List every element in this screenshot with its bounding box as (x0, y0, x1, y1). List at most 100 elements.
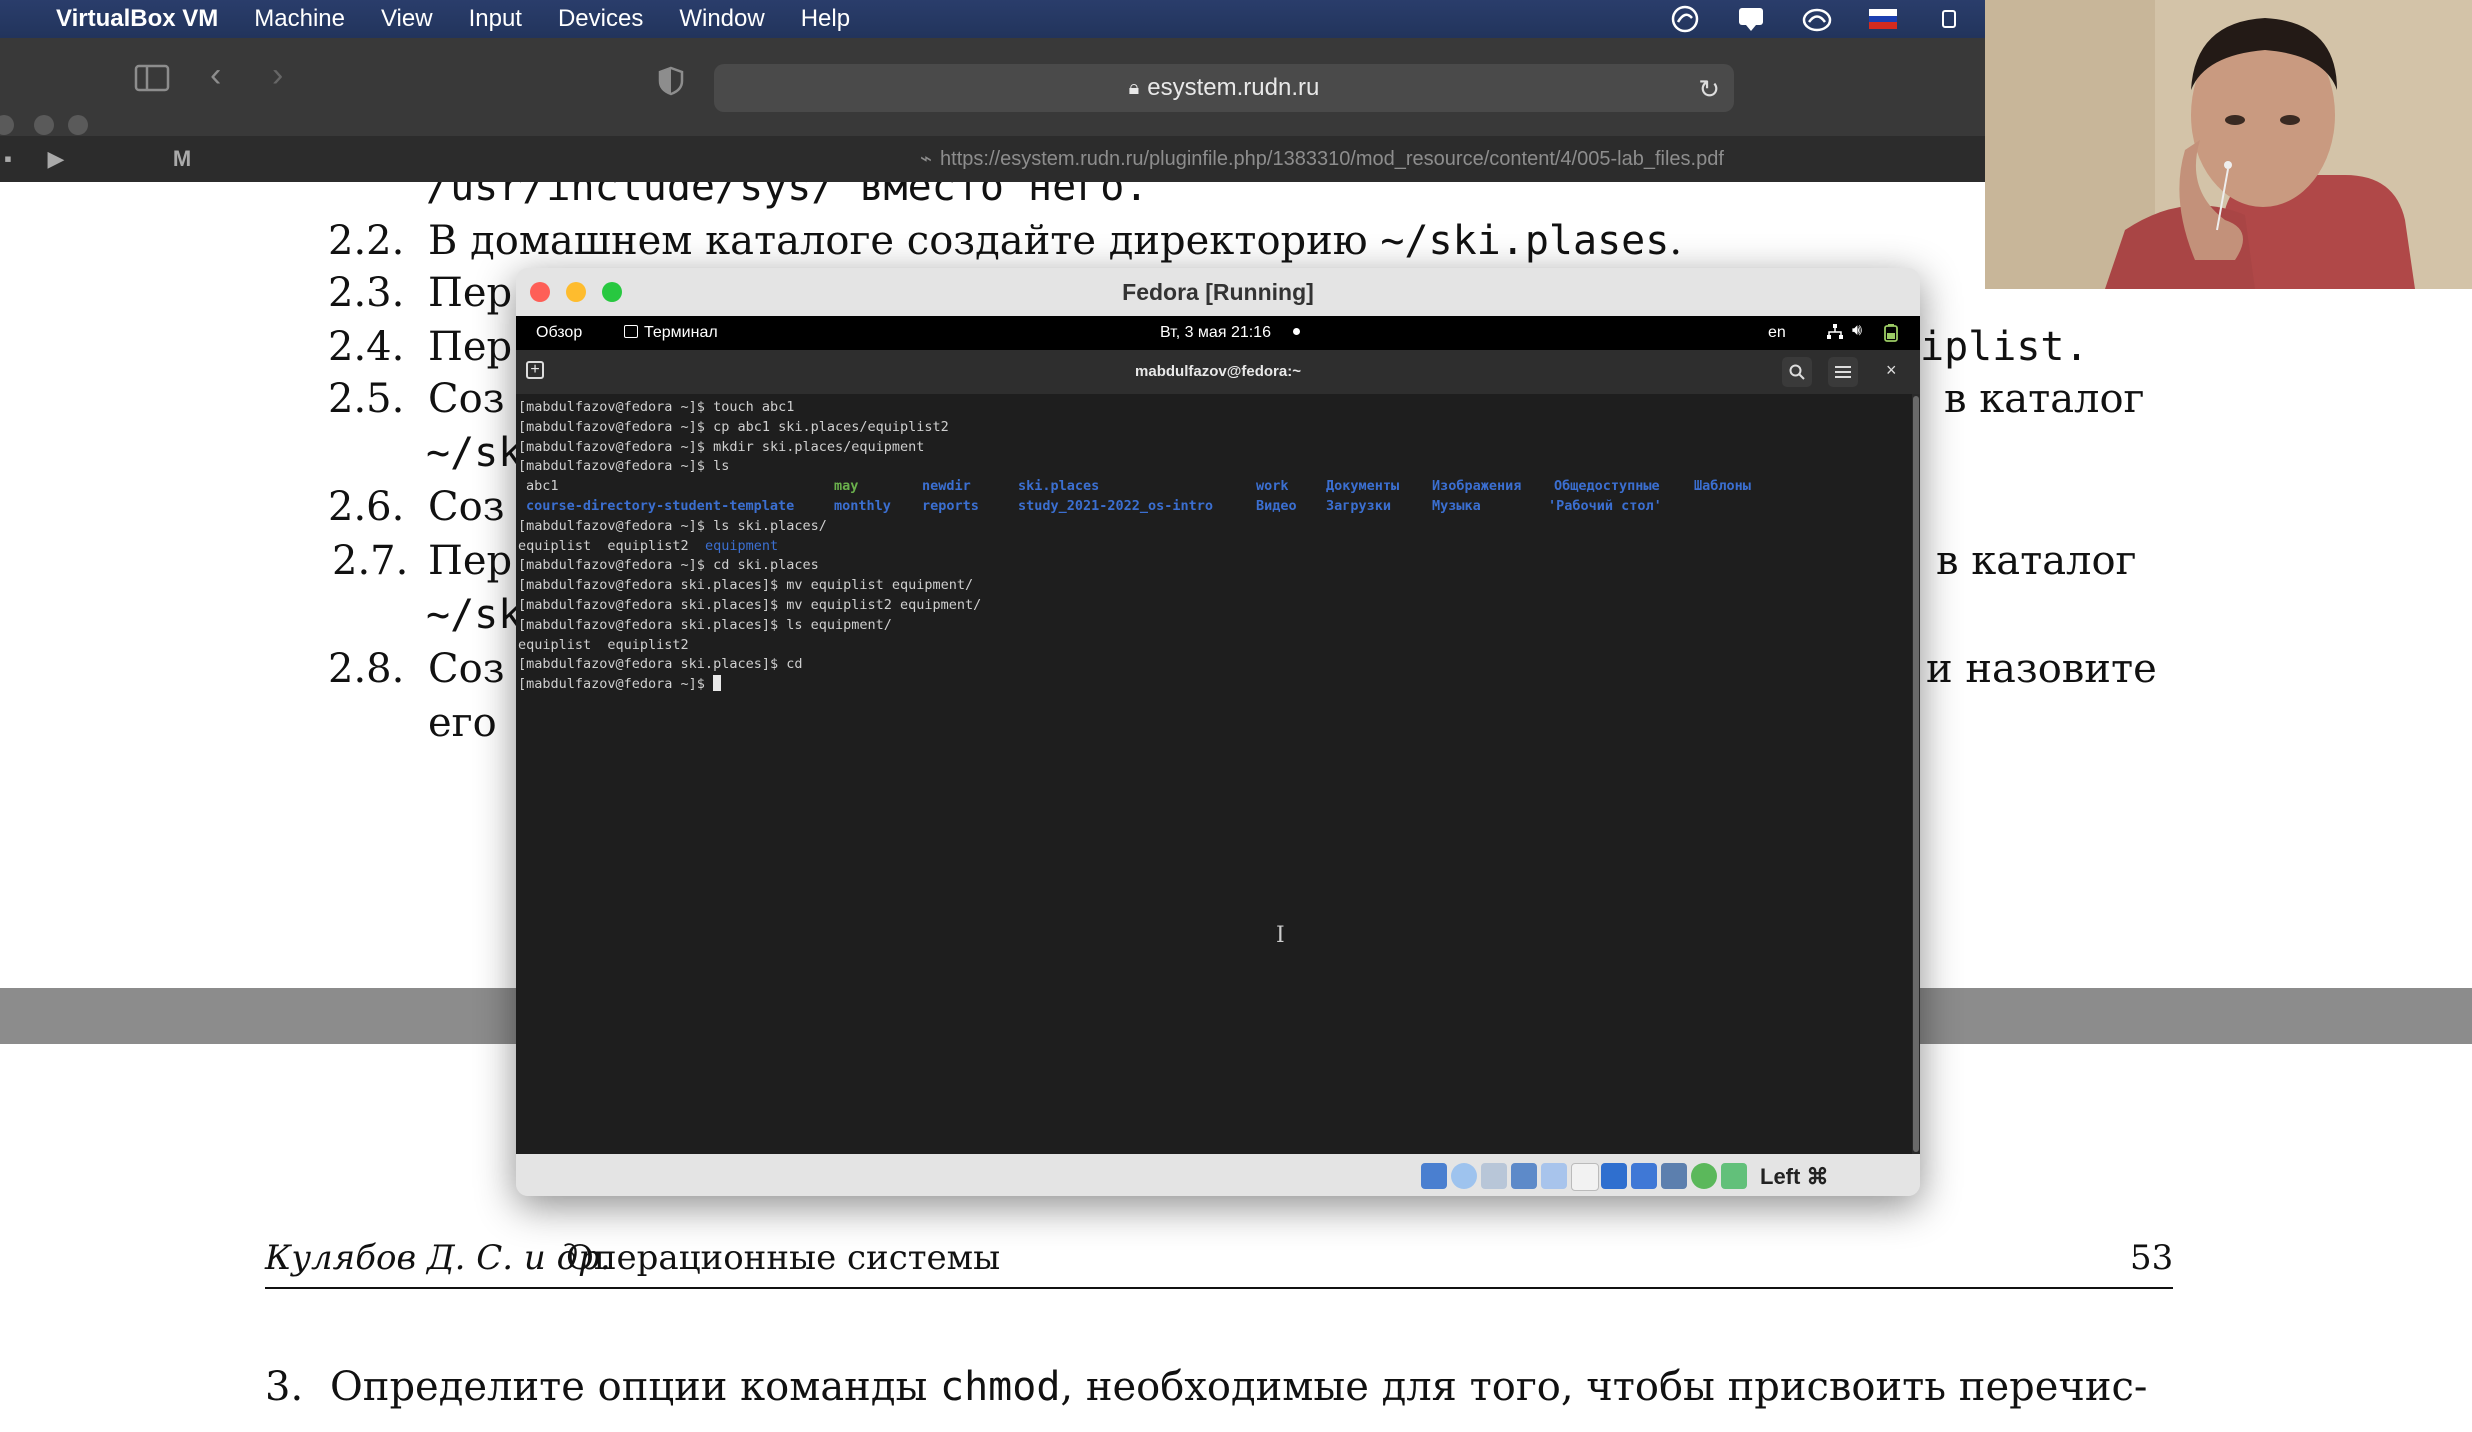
window-zoom-button[interactable] (68, 115, 88, 135)
terminal-search-icon[interactable] (1782, 357, 1812, 387)
pdf-item-num: 2.3. (328, 270, 405, 316)
terminal-line: equiplist equiplist2 equipment (518, 537, 1912, 557)
pdf-item-text: Пер (428, 270, 513, 316)
volume-icon[interactable]: 🔊︎ (1852, 322, 1862, 340)
menu-window[interactable]: Window (679, 5, 764, 33)
forward-icon[interactable]: › (272, 56, 283, 95)
ls-output-row: abc1 may newdir ski.places work Документ… (518, 477, 1912, 497)
vbox-titlebar[interactable]: Fedora [Running] (516, 268, 1920, 316)
hover-link-url: ⌁ https://esystem.rudn.ru/pluginfile.php/… (920, 146, 1724, 171)
ls-entry: ski.places (1018, 478, 1100, 495)
ls-entry: equiplist equiplist2 (518, 537, 689, 554)
ls-entry: may (834, 478, 859, 495)
optical-drive-icon[interactable] (1451, 1163, 1477, 1189)
ls-entry: Видео (1256, 497, 1297, 514)
audio-icon[interactable] (1481, 1163, 1507, 1189)
youtube-favorite-icon[interactable]: ▶ (40, 144, 72, 174)
cloud-sync-icon[interactable] (1801, 5, 1833, 33)
menu-view[interactable]: View (381, 5, 433, 33)
shared-folders-icon[interactable] (1571, 1163, 1599, 1191)
video-capture-icon[interactable] (1631, 1163, 1657, 1189)
gmail-favorite-icon[interactable]: M (166, 144, 198, 174)
terminal-prompt-line[interactable]: [mabdulfazov@fedora ~]$ (518, 675, 1912, 695)
gnome-clock[interactable]: Вт, 3 мая 21:16 (1160, 324, 1300, 342)
favorite-tab-icon[interactable]: ▪ (0, 144, 24, 174)
pdf-item-num: 2.6. (328, 484, 405, 530)
menu-help[interactable]: Help (801, 5, 850, 33)
menu-input[interactable]: Input (469, 5, 522, 33)
pdf-item-tail: в каталог (1944, 376, 2145, 422)
pdf-item-text: Пер (428, 538, 513, 584)
display-icon[interactable] (1601, 1163, 1627, 1189)
next-item-code: chmod (940, 1364, 1061, 1410)
notification-icon[interactable] (1735, 5, 1767, 33)
virtualbox-window: Fedora [Running] Обзор Терминал Вт, 3 ма… (516, 268, 1920, 1196)
window-close-button[interactable] (0, 115, 14, 135)
hard-disk-icon[interactable] (1421, 1163, 1447, 1189)
back-icon[interactable]: ‹ (210, 56, 221, 95)
network-adapter-icon[interactable] (1511, 1163, 1537, 1189)
vbox-zoom-button[interactable] (602, 282, 622, 302)
power-icon[interactable] (1884, 324, 1898, 347)
cpu-icon[interactable] (1661, 1163, 1687, 1189)
pdf-line-cont: его (428, 700, 497, 746)
gnome-top-bar: Обзор Терминал Вт, 3 мая 21:16 en 🔊︎ (516, 316, 1920, 350)
pdf-item-text: Соз (428, 376, 505, 422)
apple-favorite-icon[interactable] (102, 144, 134, 174)
vbox-close-button[interactable] (530, 282, 550, 302)
notification-dot-icon (1292, 328, 1300, 335)
webcam-person-image (1985, 0, 2472, 289)
keyboard-capture-icon[interactable] (1721, 1163, 1747, 1189)
footer-rule (265, 1287, 2173, 1289)
usb-icon[interactable] (1541, 1163, 1567, 1189)
pdf-item-num: 2.8. (328, 646, 405, 692)
terminal-close-icon[interactable]: × (1886, 360, 1897, 381)
address-bar[interactable]: 🔒︎ esystem.rudn.ru ↻ (714, 64, 1734, 112)
pdf-item-tail: и назовите (1926, 646, 2157, 692)
terminal-output[interactable]: [mabdulfazov@fedora ~]$ touch abc1 [mabd… (516, 394, 1912, 1154)
ls-entry: Изображения (1432, 478, 1522, 495)
input-language-flag-icon[interactable] (1867, 5, 1899, 33)
pdf-item-tail: в каталог (1936, 538, 2137, 584)
gnome-clock-text: Вт, 3 мая 21:16 (1160, 324, 1271, 341)
terminal-line: [mabdulfazov@fedora ~]$ ls ski.places/ (518, 517, 827, 534)
window-minimize-button[interactable] (34, 115, 54, 135)
pdf-item-text: Соз (428, 484, 505, 530)
vbox-minimize-button[interactable] (566, 282, 586, 302)
footer-title: Операционные системы (566, 1238, 1001, 1278)
menu-machine[interactable]: Machine (254, 5, 345, 33)
menu-devices[interactable]: Devices (558, 5, 643, 33)
status-creative-icon[interactable] (1669, 5, 1701, 33)
network-icon[interactable] (1826, 324, 1844, 345)
reload-icon[interactable]: ↻ (1698, 74, 1720, 105)
terminal-scrollbar[interactable] (1912, 394, 1920, 1154)
gnome-app-menu[interactable]: Терминал (624, 324, 718, 342)
pdf-item-num: 2.2. (328, 218, 405, 264)
webcam-overlay (1985, 0, 2472, 289)
menu-app-name[interactable]: VirtualBox VM (56, 5, 218, 33)
vbox-statusbar: Left ⌘ (516, 1154, 1920, 1196)
terminal-menu-icon[interactable] (1828, 357, 1858, 387)
battery-icon[interactable] (1933, 5, 1965, 33)
host-key-label: Left ⌘ (1760, 1164, 1829, 1189)
gnome-overview-button[interactable]: Обзор (536, 324, 582, 342)
pdf-item-text: Соз (428, 646, 505, 692)
pdf-item-text: Пер (428, 324, 513, 370)
terminal-line: [mabdulfazov@fedora ~]$ cd ski.places (518, 557, 819, 574)
sidebar-toggle-icon[interactable] (134, 62, 170, 101)
terminal-line: [mabdulfazov@fedora ~]$ ls (518, 458, 730, 475)
terminal-title: mabdulfazov@fedora:~ (1135, 363, 1301, 380)
ls-entry: Общедоступные (1554, 478, 1660, 495)
mac-menubar: VirtualBox VM Machine View Input Devices… (0, 0, 1985, 38)
privacy-shield-icon[interactable] (658, 66, 684, 105)
pdf-line-cont: ~/sk (426, 592, 523, 638)
scrollbar-thumb[interactable] (1913, 396, 1919, 1152)
keyboard-layout-indicator[interactable]: en (1768, 324, 1786, 342)
terminal-line: [mabdulfazov@fedora ~]$ cp abc1 ski.plac… (518, 418, 949, 435)
mouse-integration-icon[interactable] (1691, 1163, 1717, 1189)
vbox-title: Fedora [Running] (1122, 278, 1314, 305)
pdf-item-num: 2.5. (328, 376, 405, 422)
pdf-item-tail: iplist. (1920, 324, 2089, 370)
terminal-line: [mabdulfazov@fedora ski.places]$ ls equi… (518, 616, 892, 633)
link-icon: ⌁ (920, 148, 933, 170)
